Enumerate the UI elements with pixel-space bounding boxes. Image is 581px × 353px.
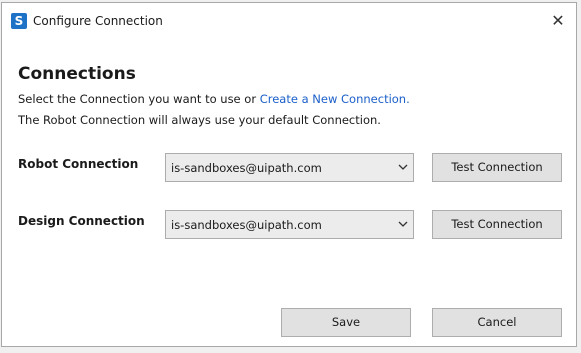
robot-test-connection-button[interactable]: Test Connection: [432, 153, 562, 182]
default-connection-note: The Robot Connection will always use you…: [18, 113, 381, 127]
save-button[interactable]: Save: [281, 308, 411, 337]
robot-connection-label: Robot Connection: [18, 157, 139, 171]
robot-connection-select[interactable]: is-sandboxes@uipath.com: [165, 153, 414, 182]
design-connection-select[interactable]: is-sandboxes@uipath.com: [165, 210, 414, 239]
uipath-studio-icon: S: [11, 13, 27, 29]
page-title: Connections: [18, 64, 136, 84]
window-title: Configure Connection: [33, 14, 163, 28]
chevron-down-icon: [398, 164, 408, 170]
design-test-connection-button[interactable]: Test Connection: [432, 210, 562, 239]
title-bar: S Configure Connection ✕: [2, 3, 576, 39]
cancel-button[interactable]: Cancel: [432, 308, 562, 337]
close-icon[interactable]: ✕: [548, 11, 568, 31]
robot-connection-value: is-sandboxes@uipath.com: [171, 161, 322, 175]
chevron-down-icon: [398, 221, 408, 227]
instruction-text: Select the Connection you want to use or…: [18, 92, 410, 106]
design-connection-value: is-sandboxes@uipath.com: [171, 218, 322, 232]
create-connection-link[interactable]: Create a New Connection.: [260, 92, 410, 106]
design-connection-label: Design Connection: [18, 214, 145, 228]
configure-connection-dialog: S Configure Connection ✕ Connections Sel…: [1, 2, 577, 347]
instruction-prefix: Select the Connection you want to use or: [18, 92, 260, 106]
